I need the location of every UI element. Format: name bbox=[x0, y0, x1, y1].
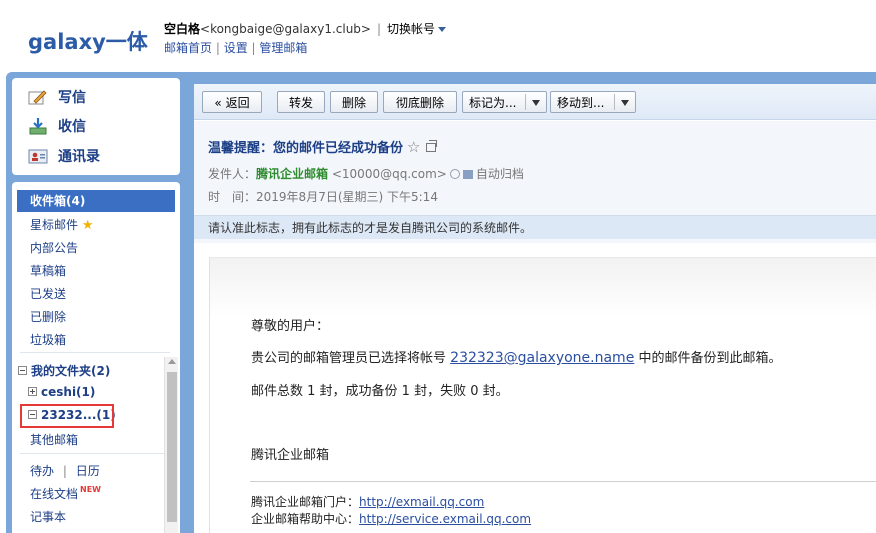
divider bbox=[20, 453, 170, 454]
popout-icon[interactable] bbox=[426, 140, 438, 152]
user-name: 空白格 bbox=[164, 22, 201, 36]
folder-ceshi[interactable]: ceshi(1) bbox=[28, 385, 95, 399]
scroll-up-icon[interactable] bbox=[168, 359, 176, 364]
sidebar-item-announcements[interactable]: 内部公告 bbox=[30, 239, 78, 256]
back-button[interactable]: « 返回 bbox=[202, 91, 262, 113]
sender-name[interactable]: 腾讯企业邮箱 bbox=[256, 167, 328, 181]
folder-sidebar: 收件箱(4) 星标邮件 ★ 内部公告 草稿箱 已发送 已删除 垃圾箱 我的文件夹… bbox=[12, 182, 180, 533]
stats-line: 邮件总数 1 封，成功备份 1 封，失败 0 封。 bbox=[251, 384, 509, 399]
contacts-label: 通讯录 bbox=[58, 149, 100, 165]
settings-link[interactable]: 设置 bbox=[224, 41, 248, 55]
mark-as-select[interactable]: 标记为... bbox=[462, 91, 547, 113]
sender-address: <10000@qq.com> bbox=[331, 167, 447, 181]
chevron-down-icon bbox=[621, 100, 629, 106]
delete-button[interactable]: 删除 bbox=[330, 91, 378, 113]
auto-archive-link[interactable]: 自动归档 bbox=[476, 167, 524, 181]
verification-notice: 请认准此标志，拥有此标志的才是发自腾讯公司的系统邮件。 bbox=[194, 215, 876, 239]
admin-mailbox-link[interactable]: 管理邮箱 bbox=[259, 41, 307, 55]
folder-ceshi-label: ceshi(1) bbox=[41, 385, 96, 399]
help-link[interactable]: http://service.exmail.qq.com bbox=[359, 512, 531, 526]
mail-toolbar: « 返回 转发 删除 彻底删除 标记为... 移动到... bbox=[194, 84, 876, 120]
sidebar-scrollbar[interactable] bbox=[164, 357, 178, 533]
move-to-select[interactable]: 移动到... bbox=[550, 91, 636, 113]
select-divider bbox=[614, 94, 615, 110]
mail-header: 温馨提醒：您的邮件已经成功备份 ☆ 发件人：腾讯企业邮箱 <10000@qq.co… bbox=[194, 121, 876, 243]
delete-forever-button[interactable]: 彻底删除 bbox=[383, 91, 457, 113]
collapse-icon bbox=[18, 366, 27, 375]
backup-line: 贵公司的邮箱管理员已选择将帐号 232323@galaxyone.name 中的… bbox=[251, 347, 781, 366]
archive-icon bbox=[462, 170, 473, 179]
mail-view: « 返回 转发 删除 彻底删除 标记为... 移动到... 温馨提醒：您的邮件已… bbox=[194, 84, 876, 533]
switch-account-label: 切换帐号 bbox=[387, 22, 436, 36]
account-info: 空白格<kongbaige@galaxy1.club> | 切换帐号 bbox=[164, 20, 447, 37]
inbox-download-icon bbox=[29, 118, 47, 135]
help-label: 企业邮箱帮助中心： bbox=[251, 512, 360, 526]
my-folders-toggle[interactable]: 我的文件夹(2) bbox=[18, 362, 110, 379]
mail-subject: 温馨提醒：您的邮件已经成功备份 ☆ bbox=[208, 137, 438, 156]
top-header: galaxy一体 空白格<kongbaige@galaxy1.club> | 切换帐… bbox=[0, 0, 876, 72]
sidebar-item-deleted[interactable]: 已删除 bbox=[30, 308, 66, 325]
forward-button[interactable]: 转发 bbox=[277, 91, 325, 113]
contact-card-icon bbox=[28, 149, 48, 164]
sidebar-item-notebook[interactable]: 记事本 bbox=[30, 508, 66, 525]
sidebar-item-other-mailbox[interactable]: 其他邮箱 bbox=[30, 431, 78, 448]
backup-line-prefix: 贵公司的邮箱管理员已选择将帐号 bbox=[251, 351, 447, 366]
sidebar-item-sent[interactable]: 已发送 bbox=[30, 285, 66, 302]
switch-account-button[interactable]: 切换帐号 bbox=[387, 22, 447, 36]
account-link[interactable]: 232323@galaxyone.name bbox=[450, 350, 634, 366]
my-folders-label: 我的文件夹(2) bbox=[31, 364, 111, 378]
scroll-thumb[interactable] bbox=[167, 372, 177, 522]
top-links: 邮箱首页 | 设置 | 管理邮箱 bbox=[164, 41, 308, 55]
move-to-label: 移动到... bbox=[557, 95, 605, 110]
sidebar-item-inbox[interactable]: 收件箱(4) bbox=[17, 190, 175, 212]
mark-as-label: 标记为... bbox=[469, 95, 517, 110]
portal-label: 腾讯企业邮箱门户： bbox=[251, 495, 360, 509]
time-row: 时 间：2019年8月7日(星期三) 下午5:14 bbox=[208, 188, 438, 205]
backup-line-suffix: 中的邮件备份到此邮箱。 bbox=[638, 351, 782, 366]
select-divider bbox=[525, 94, 526, 110]
new-badge: NEW bbox=[80, 485, 101, 494]
sidebar-item-drafts[interactable]: 草稿箱 bbox=[30, 262, 66, 279]
divider bbox=[20, 352, 170, 353]
sidebar-item-calendar[interactable]: 日历 bbox=[76, 464, 100, 478]
portal-link[interactable]: http://exmail.qq.com bbox=[359, 495, 484, 509]
portal-row: 腾讯企业邮箱门户：http://exmail.qq.com bbox=[251, 493, 484, 510]
todo-calendar-row: 待办 | 日历 bbox=[30, 464, 100, 478]
receive-button[interactable]: 收信 bbox=[28, 114, 86, 138]
starred-label: 星标邮件 bbox=[30, 218, 79, 232]
help-row: 企业邮箱帮助中心：http://service.exmail.qq.com bbox=[251, 510, 531, 527]
write-label: 写信 bbox=[58, 90, 86, 106]
time-value: 2019年8月7日(星期三) 下午5:14 bbox=[256, 190, 438, 204]
star-icon: ★ bbox=[81, 218, 94, 233]
notice-text: 请认准此标志，拥有此标志的才是发自腾讯公司的系统邮件。 bbox=[208, 221, 533, 235]
verified-icon bbox=[449, 169, 460, 179]
time-label: 时 间： bbox=[208, 190, 257, 204]
compose-panel: 写信 收信 通讯录 bbox=[12, 78, 180, 175]
greeting: 尊敬的用户： bbox=[251, 319, 330, 334]
highlight-annotation bbox=[20, 404, 114, 428]
from-label: 发件人： bbox=[208, 167, 257, 181]
sender-row: 发件人：腾讯企业邮箱 <10000@qq.com> 自动归档 bbox=[208, 165, 524, 182]
footer-divider bbox=[250, 481, 876, 482]
sidebar-item-online-docs[interactable]: 在线文档 NEW bbox=[30, 485, 101, 502]
mail-home-link[interactable]: 邮箱首页 bbox=[164, 41, 212, 55]
chevron-down-icon bbox=[532, 100, 540, 106]
brand-logo[interactable]: galaxy一体 bbox=[28, 26, 148, 56]
mail-body: 尊敬的用户： 贵公司的邮箱管理员已选择将帐号 232323@galaxyone.… bbox=[209, 257, 876, 533]
pencil-icon bbox=[28, 90, 47, 105]
contacts-button[interactable]: 通讯录 bbox=[28, 144, 100, 168]
expand-icon bbox=[28, 387, 37, 396]
signature: 腾讯企业邮箱 bbox=[251, 448, 330, 463]
chevron-down-icon bbox=[438, 27, 447, 32]
sidebar-item-spam[interactable]: 垃圾箱 bbox=[30, 331, 66, 348]
star-outline-icon[interactable]: ☆ bbox=[407, 138, 420, 156]
subject-text: 温馨提醒：您的邮件已经成功备份 bbox=[208, 141, 404, 156]
online-docs-label: 在线文档 bbox=[30, 487, 79, 501]
separator: | bbox=[376, 22, 382, 36]
receive-label: 收信 bbox=[58, 119, 86, 135]
write-button[interactable]: 写信 bbox=[28, 85, 86, 109]
sidebar-item-starred[interactable]: 星标邮件 ★ bbox=[30, 216, 94, 233]
sidebar-item-todo[interactable]: 待办 bbox=[30, 464, 54, 478]
user-email: <kongbaige@galaxy1.club> bbox=[200, 22, 371, 36]
